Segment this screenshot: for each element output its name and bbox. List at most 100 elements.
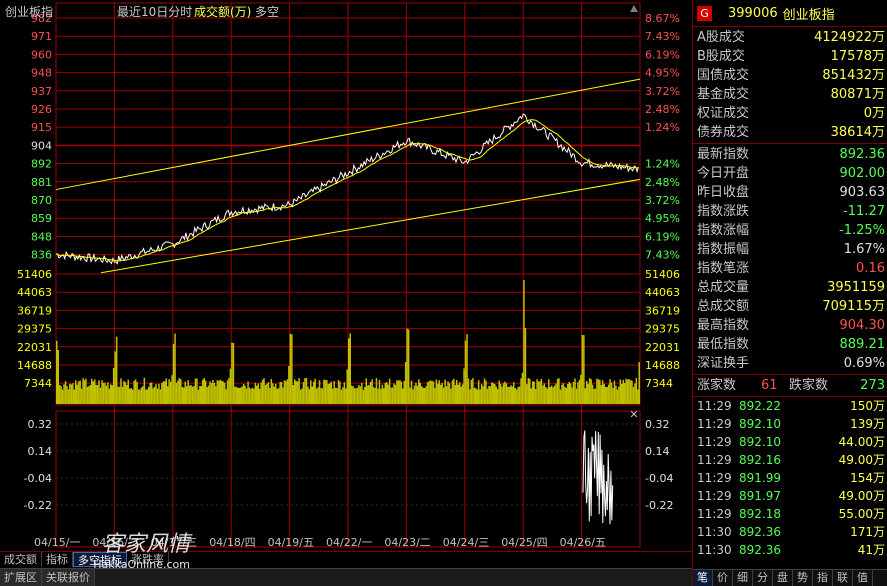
intraday-chart[interactable]: 04/15/一 04/16/二 04/17/三 04/18/四 04/19/五 04/22… [0, 0, 692, 549]
tab-turnover[interactable]: 成交额 [0, 552, 42, 567]
volume-bar [504, 381, 506, 404]
pct-tick-label: 4.95% [645, 212, 680, 225]
volume-bar [571, 387, 573, 404]
volume-bar [459, 382, 461, 404]
volume-bar [374, 388, 376, 404]
quote-tab[interactable]: 值 [853, 570, 873, 586]
price-tick-label: 859 [31, 212, 52, 225]
volume-bar [517, 387, 519, 404]
quote-tab[interactable]: 笔 [693, 570, 713, 586]
turnover-value: 38614万 [830, 125, 885, 140]
quote-tab[interactable]: 指 [813, 570, 833, 586]
volume-bar [426, 382, 429, 404]
triangle-up-icon[interactable] [630, 5, 638, 12]
volume-bar [111, 385, 113, 404]
volume-bar [523, 280, 525, 404]
stat-row: 最高指数 904.30 [693, 316, 887, 335]
volume-bar [356, 387, 359, 404]
quote-panel-tabs: 笔价细分盘势指联值 [693, 569, 887, 586]
volume-bar [583, 335, 585, 404]
volume-bar [266, 383, 268, 404]
volume-bar [578, 379, 581, 404]
quote-tab[interactable]: 势 [793, 570, 813, 586]
volume-bar [158, 383, 160, 404]
header-indicator: 成交额(万) [194, 5, 252, 19]
close-icon[interactable]: ✕ [629, 408, 638, 421]
tab-up-down-ratio[interactable]: 涨跌率 [127, 552, 169, 567]
volume-bar [139, 389, 141, 404]
volume-bar [346, 369, 348, 404]
volume-bar [248, 387, 251, 404]
turnover-label: B股成交 [697, 49, 745, 64]
volume-bar [313, 381, 315, 404]
volume-bar [593, 388, 595, 404]
volume-bar [431, 380, 433, 404]
g-badge[interactable]: G [697, 5, 712, 21]
tab-related-quotes[interactable]: 关联报价 [42, 569, 95, 586]
volume-bar [539, 381, 541, 404]
volume-bar [91, 378, 93, 404]
volume-bar [505, 383, 508, 404]
volume-bar [63, 384, 65, 404]
volume-bar [564, 386, 566, 404]
volume-bar [210, 383, 213, 404]
volume-bar [102, 382, 105, 404]
volume-bar [343, 382, 346, 404]
volume-bar [364, 387, 366, 404]
volume-bar [367, 385, 369, 404]
volume-bar [353, 388, 356, 404]
price-tick-label: 915 [31, 121, 52, 134]
volume-tick-label: 14688 [17, 359, 52, 372]
volume-bar [272, 383, 274, 404]
turnover-label: A股成交 [697, 30, 745, 45]
volume-bar [362, 389, 365, 404]
volume-bar [223, 382, 226, 404]
quote-tab[interactable]: 价 [713, 570, 733, 586]
pct-tick-label: 3.72% [645, 194, 680, 207]
tick-list[interactable]: 11:29 892.22 150万 11:29 892.10 139万 11:29 892.1… [693, 397, 887, 559]
volume-bar [618, 386, 620, 404]
volume-bar [542, 385, 544, 404]
quote-tab[interactable]: 联 [833, 570, 853, 586]
volume-bar [432, 381, 435, 404]
volume-bar [94, 379, 96, 404]
volume-bar [193, 386, 195, 404]
volume-bar [183, 387, 185, 404]
volume-bar [529, 378, 531, 404]
volume-bar [348, 338, 350, 404]
volume-bar [407, 329, 410, 404]
volume-bar [117, 386, 119, 404]
volume-bar [549, 387, 551, 404]
volume-bar [60, 386, 62, 404]
quote-tab[interactable]: 分 [753, 570, 773, 586]
tick-volume: 154万 [850, 471, 885, 485]
volume-bar [390, 387, 392, 404]
pct-tick-label: 2.48% [645, 176, 680, 189]
price-tick-label: 937 [31, 85, 52, 98]
stat-value: -11.27 [843, 204, 885, 219]
volume-bar [533, 381, 535, 404]
turnover-row: A股成交 4124922万 [693, 28, 887, 47]
volume-bar [324, 380, 327, 404]
volume-bar [66, 385, 68, 404]
volume-bar [438, 380, 440, 404]
volume-bar [372, 387, 375, 404]
tick-row: 11:29 892.22 150万 [693, 397, 887, 415]
quote-tab[interactable]: 细 [733, 570, 753, 586]
volume-bar [605, 387, 607, 404]
tab-indicator[interactable]: 指标 [42, 552, 73, 567]
volume-bar [435, 379, 438, 404]
stat-label: 指数涨幅 [697, 223, 750, 238]
volume-bar [219, 379, 221, 404]
volume-bar [67, 389, 70, 404]
tick-row: 11:30 892.36 41万 [693, 541, 887, 559]
tab-extension[interactable]: 扩展区 [0, 569, 42, 586]
volume-bar [264, 384, 267, 404]
quote-tab[interactable]: 盘 [773, 570, 793, 586]
volume-bar [58, 385, 61, 404]
tab-long-short[interactable]: 多空指标 [73, 552, 127, 567]
chart-area[interactable]: 04/15/一 04/16/二 04/17/三 04/18/四 04/19/五 04/22… [0, 0, 692, 549]
volume-bar [329, 383, 331, 404]
volume-bar [61, 389, 64, 404]
volume-bar [114, 351, 116, 404]
